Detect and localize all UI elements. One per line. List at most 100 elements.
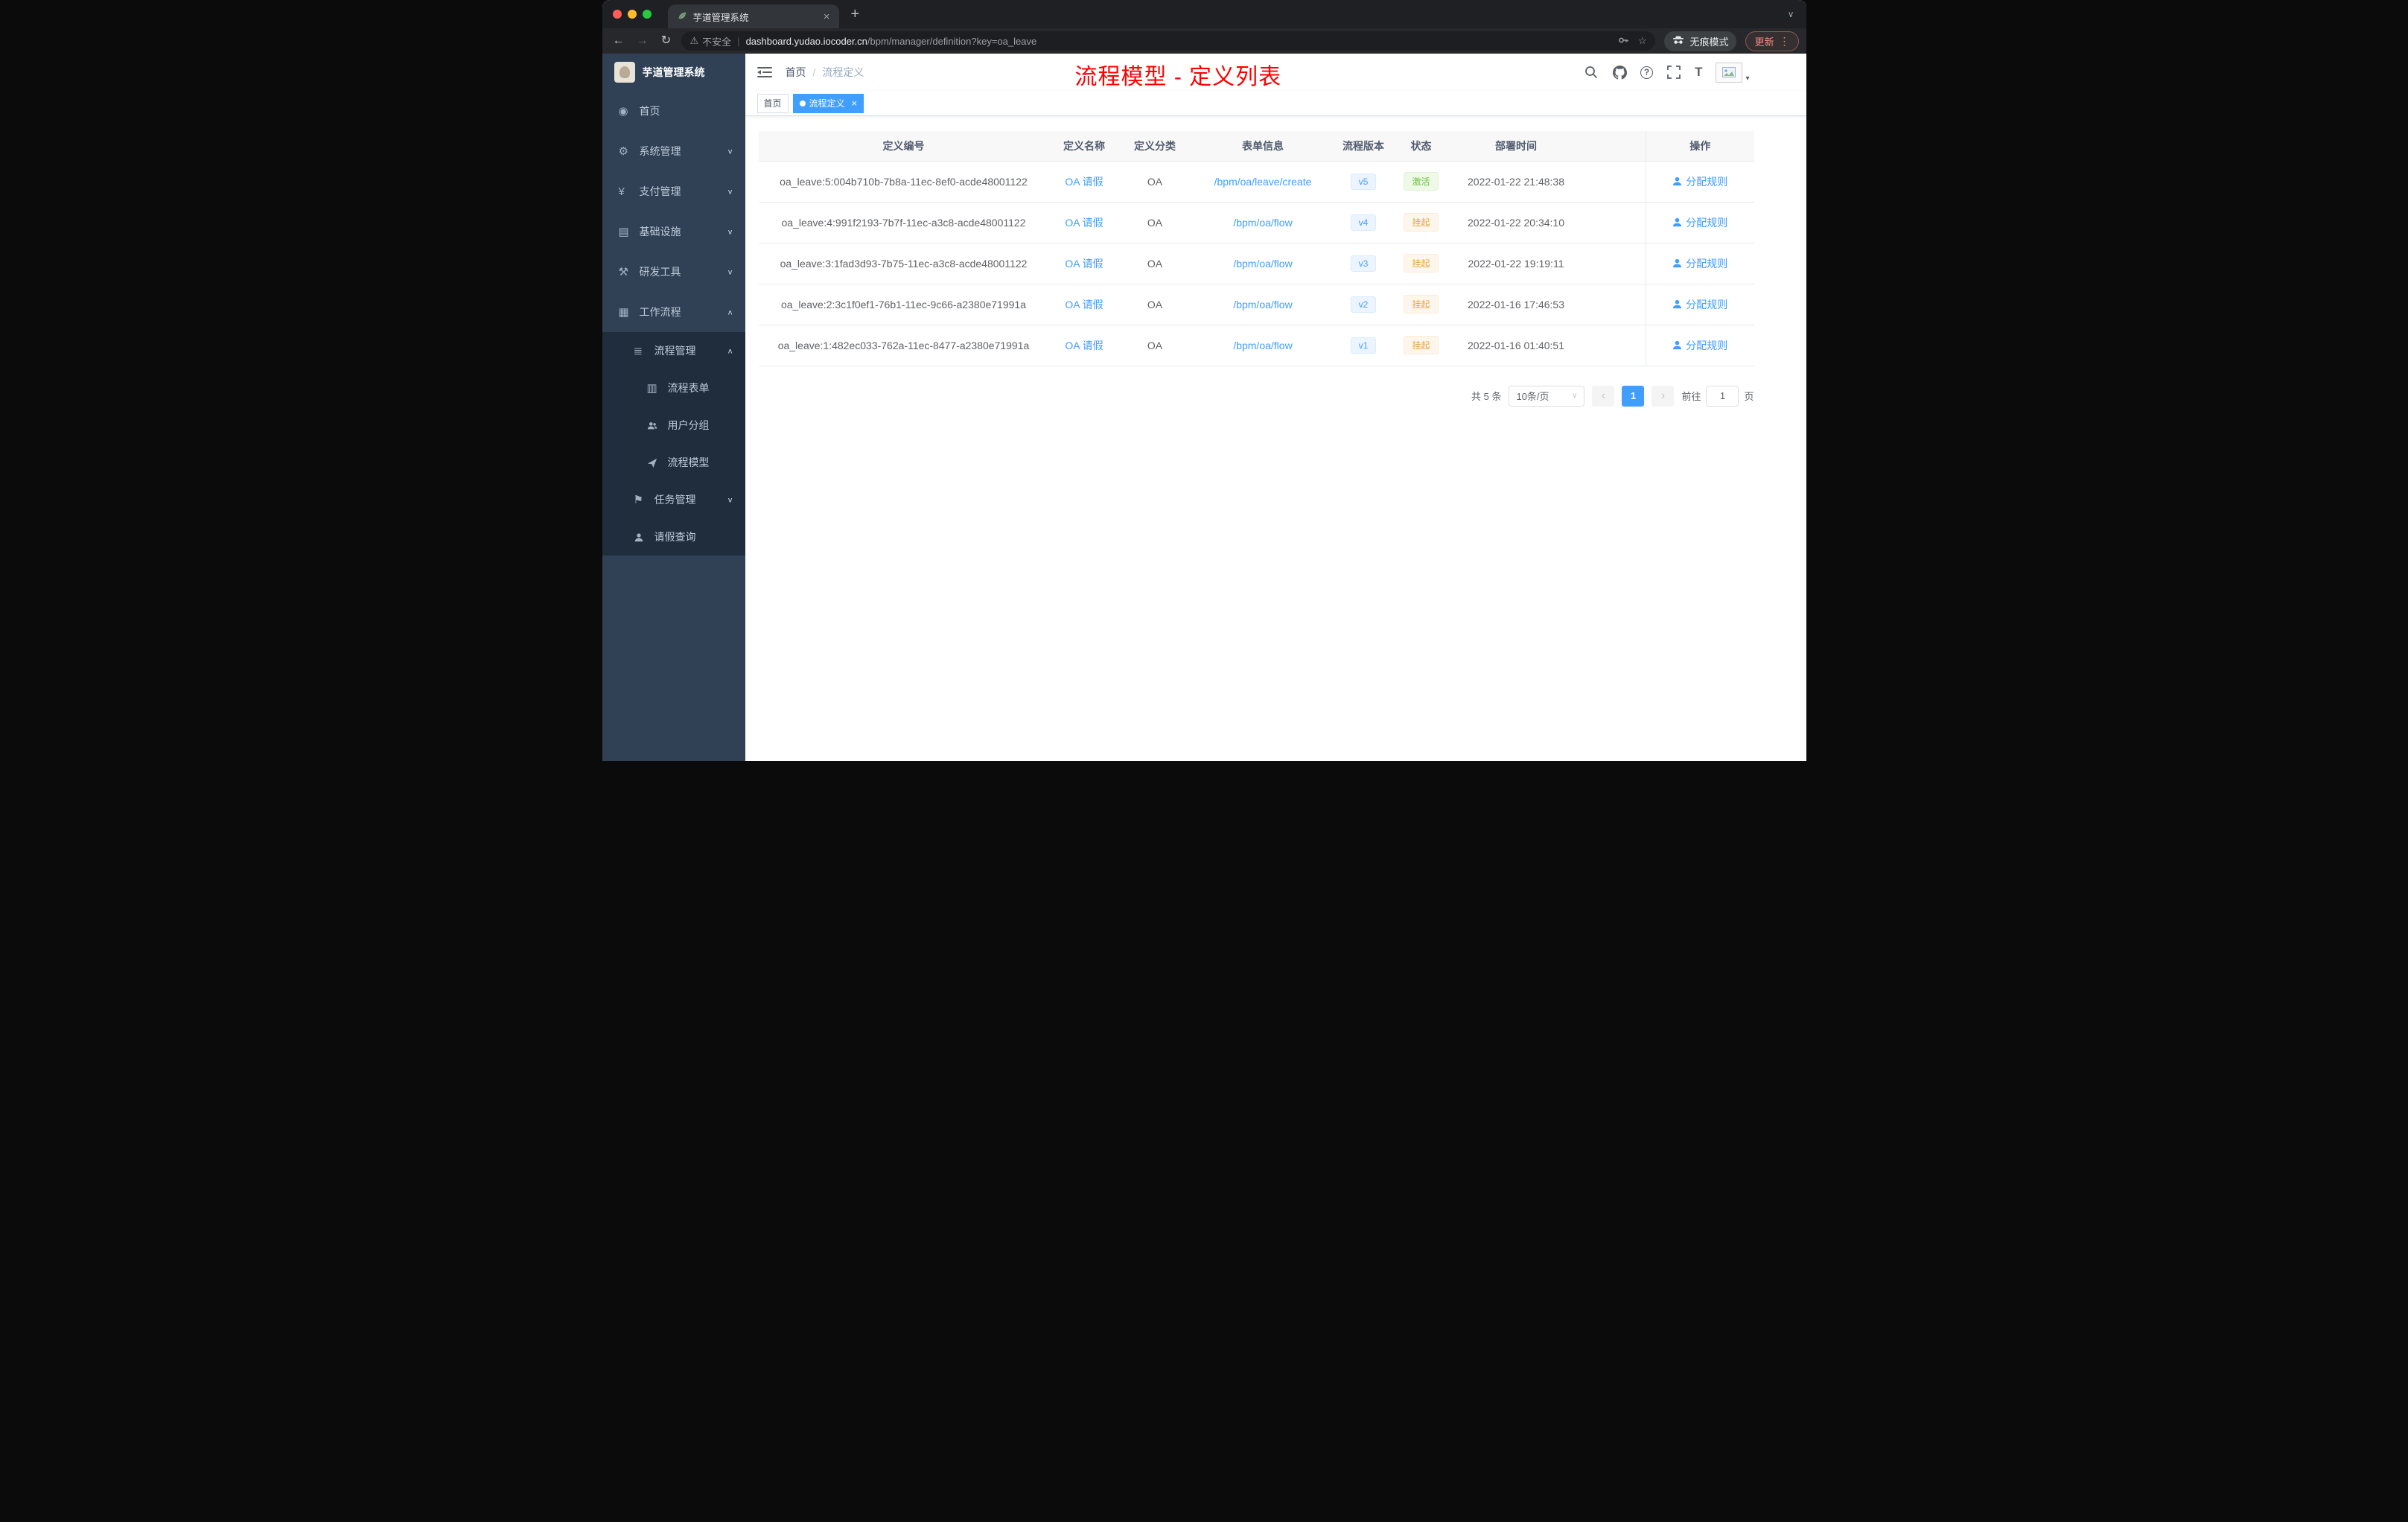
tab-title: 芋道管理系统 [692, 12, 749, 23]
window-close-button[interactable] [612, 10, 622, 19]
workflow-submenu: ≣ 流程管理 ∧ ▥ 流程表单 用户分组 流程模型 ⚑ 任务管理 ∨ 请假查询 [602, 332, 745, 555]
sidebar-item-user-group[interactable]: 用户分组 [602, 407, 745, 444]
sidebar-item-leave-query[interactable]: 请假查询 [602, 518, 745, 555]
current-page-button[interactable]: 1 [1622, 385, 1645, 407]
definition-category: OA [1119, 202, 1191, 243]
search-icon[interactable] [1584, 65, 1599, 80]
form-link[interactable]: /bpm/oa/flow [1233, 217, 1292, 229]
form-link[interactable]: /bpm/oa/flow [1233, 299, 1292, 311]
chevron-up-icon: ∧ [727, 347, 733, 355]
assign-rule-link[interactable]: 分配规则 [1672, 338, 1727, 353]
breadcrumb: 首页 / 流程定义 [786, 65, 864, 80]
form-link[interactable]: /bpm/oa/flow [1233, 340, 1292, 351]
chevron-down-icon: ∨ [727, 188, 733, 196]
help-icon[interactable]: ? [1640, 66, 1654, 79]
infrastructure-icon: ▤ [618, 226, 629, 238]
user-menu[interactable]: ▾ [1716, 62, 1750, 83]
sidebar-item-infrastructure[interactable]: ▤ 基础设施 ∨ [602, 211, 745, 252]
browser-menu-icon[interactable]: ⋮ [1780, 35, 1790, 48]
url-path: /bpm/manager/definition?key=oa_leave [867, 35, 1037, 47]
warning-icon: ⚠ [689, 35, 699, 46]
definition-name-link[interactable]: OA 请假 [1065, 340, 1103, 351]
goto-prefix: 前往 [1681, 391, 1701, 402]
reload-button[interactable]: ↻ [657, 35, 675, 47]
sidebar-item-label: 研发工具 [639, 266, 681, 278]
user-icon [1673, 299, 1682, 309]
sidebar-item-label: 用户分组 [667, 419, 710, 431]
definition-name-link[interactable]: OA 请假 [1065, 176, 1103, 188]
tags-view: 首页 流程定义 × [745, 91, 1806, 116]
sidebar-item-dev-tools[interactable]: ⚒ 研发工具 ∨ [602, 252, 745, 292]
assign-rule-link[interactable]: 分配规则 [1672, 256, 1727, 271]
sidebar-item-workflow[interactable]: ▦ 工作流程 ∧ [602, 292, 745, 332]
sidebar-item-home[interactable]: ◉ 首页 [602, 91, 745, 131]
definition-name-link[interactable]: OA 请假 [1065, 258, 1103, 270]
sidebar-item-process-model[interactable]: 流程模型 [602, 444, 745, 481]
chevron-down-icon: ∨ [727, 496, 733, 504]
gear-icon: ⚙ [618, 145, 628, 158]
sidebar-logo[interactable]: 芋道管理系统 [602, 54, 745, 91]
github-icon[interactable] [1612, 65, 1627, 80]
window-zoom-button[interactable] [642, 10, 652, 19]
browser-update-button[interactable]: 更新 ⋮ [1745, 31, 1799, 51]
caret-down-icon: ▾ [1745, 74, 1750, 83]
deploy-time: 2022-01-16 01:40:51 [1450, 325, 1582, 366]
tag-process-definition[interactable]: 流程定义 × [792, 93, 864, 113]
url-divider: | [737, 35, 740, 47]
font-size-icon[interactable]: T [1695, 65, 1702, 80]
tab-close-icon[interactable]: × [824, 10, 830, 23]
page-content: 定义编号 定义名称 定义分类 表单信息 流程版本 状态 部署时间 操作 oa_l… [745, 116, 1806, 761]
prev-page-button[interactable]: ‹ [1592, 385, 1615, 407]
back-button[interactable]: ← [610, 35, 628, 47]
table-header-row: 定义编号 定义名称 定义分类 表单信息 流程版本 状态 部署时间 操作 [758, 131, 1754, 162]
address-bar[interactable]: ⚠ 不安全 | dashboard.yudao.iocoder.cn/bpm/m… [681, 31, 1656, 51]
gap-cell [1581, 243, 1646, 284]
sidebar-toggle-icon[interactable] [757, 66, 772, 79]
page-size-select[interactable]: 10条/页 ∨ [1509, 385, 1585, 407]
bookmark-star-icon[interactable]: ☆ [1638, 35, 1647, 47]
assign-rule-link[interactable]: 分配规则 [1672, 297, 1727, 312]
sidebar-item-process-form[interactable]: ▥ 流程表单 [602, 369, 745, 407]
definition-id: oa_leave:1:482ec033-762a-11ec-8477-a2380… [758, 325, 1049, 366]
sidebar-item-process-management[interactable]: ≣ 流程管理 ∧ [602, 332, 745, 369]
tag-close-icon[interactable]: × [852, 98, 858, 109]
form-link[interactable]: /bpm/oa/flow [1233, 258, 1292, 270]
assign-rule-link[interactable]: 分配规则 [1672, 215, 1727, 230]
forward-button[interactable]: → [634, 35, 652, 47]
column-header-version: 流程版本 [1335, 131, 1392, 162]
next-page-button[interactable]: › [1651, 385, 1675, 407]
sidebar-item-label: 支付管理 [639, 185, 681, 197]
window-minimize-button[interactable] [627, 10, 637, 19]
browser-tab[interactable]: 芋道管理系统 × [667, 4, 839, 28]
security-status[interactable]: ⚠ 不安全 [690, 34, 732, 48]
logo-avatar [614, 62, 635, 83]
goto-page-input[interactable] [1706, 385, 1739, 407]
tab-search-caret-icon[interactable]: ∨ [1788, 9, 1794, 19]
form-link[interactable]: /bpm/oa/leave/create [1214, 176, 1312, 188]
sidebar-item-label: 任务管理 [654, 494, 696, 506]
definition-category: OA [1119, 161, 1191, 203]
status-badge: 挂起 [1404, 295, 1439, 313]
sidebar-item-payment-management[interactable]: ¥ 支付管理 ∨ [602, 171, 745, 211]
password-key-icon[interactable] [1617, 34, 1629, 48]
deploy-time: 2022-01-22 20:34:10 [1450, 202, 1582, 243]
breadcrumb-home-link[interactable]: 首页 [786, 65, 806, 80]
table-row: oa_leave:5:004b710b-7b8a-11ec-8ef0-acde4… [758, 161, 1754, 203]
tab-strip: 芋道管理系统 × + ∨ [602, 0, 1806, 28]
user-icon [634, 531, 652, 544]
user-icon [1673, 258, 1682, 268]
form-icon: ▥ [646, 382, 657, 395]
tag-home[interactable]: 首页 [757, 93, 789, 113]
sidebar-item-task-management[interactable]: ⚑ 任务管理 ∨ [602, 481, 745, 518]
address-toolbar: ← → ↻ ⚠ 不安全 | dashboard.yudao.iocoder.cn… [602, 28, 1806, 54]
fullscreen-icon[interactable] [1666, 65, 1681, 80]
tag-label: 流程定义 [809, 98, 845, 109]
sidebar-item-label: 请假查询 [654, 531, 696, 543]
definition-name-link[interactable]: OA 请假 [1065, 299, 1103, 311]
assign-rule-link[interactable]: 分配规则 [1672, 174, 1727, 189]
sidebar-item-system-management[interactable]: ⚙ 系统管理 ∨ [602, 131, 745, 171]
new-tab-button[interactable]: + [851, 7, 860, 22]
table-row: oa_leave:2:3c1f0ef1-76b1-11ec-9c66-a2380… [758, 284, 1754, 325]
user-group-icon [647, 419, 665, 432]
definition-name-link[interactable]: OA 请假 [1065, 217, 1103, 229]
